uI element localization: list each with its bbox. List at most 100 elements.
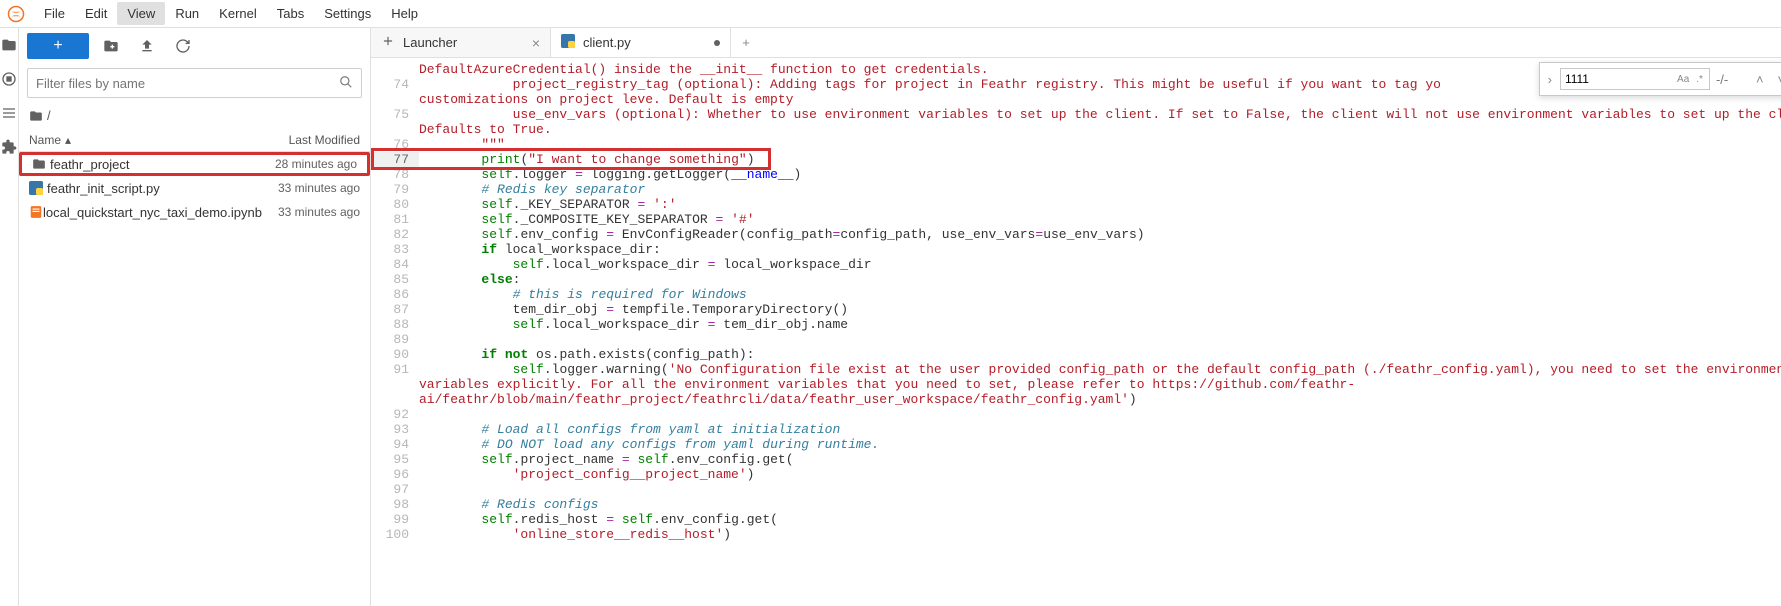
code-line[interactable]: 100 'online_store__redis__host') xyxy=(371,527,1781,542)
code-line[interactable]: 90 if not os.path.exists(config_path): xyxy=(371,347,1781,362)
line-number: 84 xyxy=(371,257,419,272)
file-name: feathr_init_script.py xyxy=(47,181,230,196)
sort-asc-icon: ▴ xyxy=(65,133,71,147)
menu-run[interactable]: Run xyxy=(165,2,209,25)
new-launcher-button[interactable]: + xyxy=(27,33,89,59)
line-number: 81 xyxy=(371,212,419,227)
search-icon xyxy=(339,75,353,92)
code-line[interactable]: ai/feathr/blob/main/feathr_project/feath… xyxy=(371,392,1781,407)
code-content: if local_workspace_dir: xyxy=(419,242,1781,257)
code-line[interactable]: 99 self.redis_host = self.env_config.get… xyxy=(371,512,1781,527)
tab-label: Launcher xyxy=(403,35,457,50)
menu-help[interactable]: Help xyxy=(381,2,428,25)
line-number: 92 xyxy=(371,407,419,422)
activity-bar xyxy=(0,28,19,606)
line-number: 96 xyxy=(371,467,419,482)
code-content: 'online_store__redis__host') xyxy=(419,527,1781,542)
dirty-indicator-icon xyxy=(714,40,720,46)
regex-icon[interactable]: .* xyxy=(1693,73,1706,86)
code-line[interactable]: 77 print("I want to change something") xyxy=(371,152,1781,167)
code-line[interactable]: Defaults to True. xyxy=(371,122,1781,137)
menu-settings[interactable]: Settings xyxy=(314,2,381,25)
line-number: 90 xyxy=(371,347,419,362)
new-tab-button[interactable]: + xyxy=(731,28,761,57)
jupyter-logo xyxy=(6,4,26,24)
match-case-icon[interactable]: Aa xyxy=(1674,73,1692,86)
code-content: self.local_workspace_dir = tem_dir_obj.n… xyxy=(419,317,1781,332)
code-line[interactable]: 92 xyxy=(371,407,1781,422)
code-content: self.env_config = EnvConfigReader(config… xyxy=(419,227,1781,242)
extensions-icon[interactable] xyxy=(0,138,18,156)
line-number: 80 xyxy=(371,197,419,212)
refresh-icon[interactable] xyxy=(169,33,197,59)
code-line[interactable]: 93 # Load all configs from yaml at initi… xyxy=(371,422,1781,437)
code-line[interactable]: 79 # Redis key separator xyxy=(371,182,1781,197)
code-line[interactable]: 91 self.logger.warning('No Configuration… xyxy=(371,362,1781,377)
code-line[interactable]: 94 # DO NOT load any configs from yaml d… xyxy=(371,437,1781,452)
close-tab-icon[interactable]: × xyxy=(532,35,540,51)
code-line[interactable]: 95 self.project_name = self.env_config.g… xyxy=(371,452,1781,467)
toc-icon[interactable] xyxy=(0,104,18,122)
code-line[interactable]: 87 tem_dir_obj = tempfile.TemporaryDirec… xyxy=(371,302,1781,317)
running-icon[interactable] xyxy=(0,70,18,88)
line-number: 76 xyxy=(371,137,419,152)
file-name: local_quickstart_nyc_taxi_demo.ipynb xyxy=(43,205,262,220)
line-number: 97 xyxy=(371,482,419,497)
tab-client-py[interactable]: client.py xyxy=(551,28,731,57)
code-line[interactable]: 85 else: xyxy=(371,272,1781,287)
file-row[interactable]: feathr_project28 minutes ago xyxy=(19,152,370,176)
code-line[interactable]: 81 self._COMPOSITE_KEY_SEPARATOR = '#' xyxy=(371,212,1781,227)
code-line[interactable]: variables explicitly. For all the enviro… xyxy=(371,377,1781,392)
new-folder-icon[interactable] xyxy=(97,33,125,59)
code-line[interactable]: 76 """ xyxy=(371,137,1781,152)
column-name[interactable]: Name ▴ xyxy=(29,133,230,147)
file-browser: + / Name ▴ Last Modified feathr_project2… xyxy=(19,28,371,606)
code-line[interactable]: 97 xyxy=(371,482,1781,497)
line-number: 99 xyxy=(371,512,419,527)
expand-find-icon[interactable]: › xyxy=(1546,72,1554,87)
upload-icon[interactable] xyxy=(133,33,161,59)
code-line[interactable]: 84 self.local_workspace_dir = local_work… xyxy=(371,257,1781,272)
folder-icon[interactable] xyxy=(0,36,18,54)
code-content: # Redis key separator xyxy=(419,182,1781,197)
code-line[interactable]: 75 use_env_vars (optional): Whether to u… xyxy=(371,107,1781,122)
code-content: # this is required for Windows xyxy=(419,287,1781,302)
code-content: tem_dir_obj = tempfile.TemporaryDirector… xyxy=(419,302,1781,317)
menu-edit[interactable]: Edit xyxy=(75,2,117,25)
python-icon xyxy=(561,34,575,51)
find-prev-icon[interactable]: ˄ xyxy=(1752,72,1768,87)
code-line[interactable]: 78 self.logger = logging.getLogger(__nam… xyxy=(371,167,1781,182)
menu-file[interactable]: File xyxy=(34,2,75,25)
file-row[interactable]: local_quickstart_nyc_taxi_demo.ipynb33 m… xyxy=(19,200,370,224)
column-modified[interactable]: Last Modified xyxy=(230,133,360,147)
menu-tabs[interactable]: Tabs xyxy=(267,2,314,25)
line-number: 100 xyxy=(371,527,419,542)
menu-view[interactable]: View xyxy=(117,2,165,25)
code-line[interactable]: 89 xyxy=(371,332,1781,347)
menu-bar: FileEditViewRunKernelTabsSettingsHelp xyxy=(0,0,1781,28)
file-row[interactable]: feathr_init_script.py33 minutes ago xyxy=(19,176,370,200)
code-editor[interactable]: DefaultAzureCredential() inside the __in… xyxy=(371,58,1781,606)
line-number: 91 xyxy=(371,362,419,377)
line-number: 77 xyxy=(371,152,419,167)
filter-box[interactable] xyxy=(27,68,362,98)
menu-kernel[interactable]: Kernel xyxy=(209,2,267,25)
line-number xyxy=(371,92,419,107)
code-line[interactable]: 96 'project_config__project_name') xyxy=(371,467,1781,482)
editor-area: Launcher × client.py+ DefaultAzureCredenti… xyxy=(371,28,1781,606)
line-number: 75 xyxy=(371,107,419,122)
file-list-header: Name ▴ Last Modified xyxy=(19,129,370,152)
breadcrumb[interactable]: / xyxy=(19,102,370,129)
filter-input[interactable] xyxy=(36,76,339,91)
code-line[interactable]: 86 # this is required for Windows xyxy=(371,287,1781,302)
code-line[interactable]: 98 # Redis configs xyxy=(371,497,1781,512)
code-line[interactable]: 82 self.env_config = EnvConfigReader(con… xyxy=(371,227,1781,242)
code-content: self.logger = logging.getLogger(__name__… xyxy=(419,167,1781,182)
code-line[interactable]: 80 self._KEY_SEPARATOR = ':' xyxy=(371,197,1781,212)
code-line[interactable]: 88 self.local_workspace_dir = tem_dir_ob… xyxy=(371,317,1781,332)
code-line[interactable]: 83 if local_workspace_dir: xyxy=(371,242,1781,257)
find-next-icon[interactable]: ˅ xyxy=(1774,72,1781,87)
code-content: if not os.path.exists(config_path): xyxy=(419,347,1781,362)
line-number: 83 xyxy=(371,242,419,257)
tab-launcher[interactable]: Launcher × xyxy=(371,28,551,57)
